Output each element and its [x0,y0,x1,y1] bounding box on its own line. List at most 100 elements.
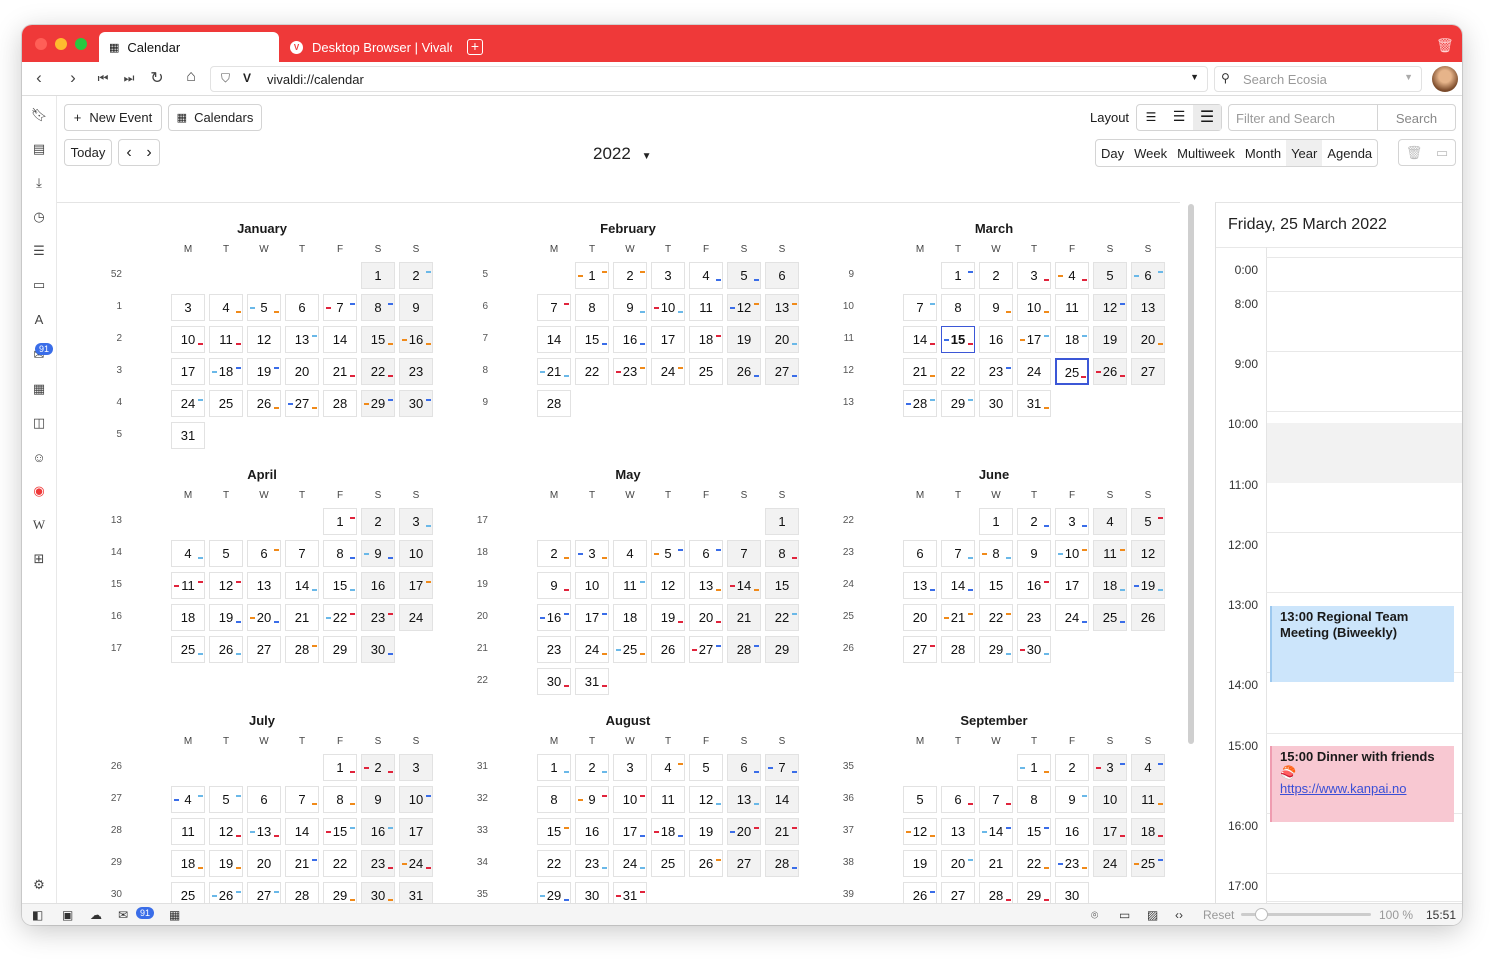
week-number[interactable]: 17 [102,643,122,654]
week-number[interactable]: 21 [468,643,488,654]
day-cell[interactable]: 19 [209,604,243,631]
day-cell[interactable]: 30 [537,668,571,695]
day-cell[interactable]: 18 [689,326,723,353]
week-number[interactable]: 33 [468,825,488,836]
day-cell[interactable]: 11 [613,572,647,599]
home-icon[interactable]: ⌂ [180,68,202,86]
day-cell[interactable]: 20 [247,850,281,877]
day-cell[interactable]: 29 [941,390,975,417]
week-number[interactable]: 22 [834,515,854,526]
week-number[interactable]: 14 [102,547,122,558]
day-cell[interactable]: 31 [1017,390,1051,417]
day-cell[interactable]: 3 [171,294,205,321]
chevron-down-icon[interactable]: ▼ [1190,72,1199,82]
day-cell[interactable]: 30 [399,390,433,417]
day-cell[interactable]: 24 [575,636,609,663]
page-actions-icon[interactable]: ‹› [1175,908,1183,922]
day-cell[interactable]: 12 [903,818,937,845]
day-cell[interactable]: 1 [765,508,799,535]
day-cell[interactable]: 13 [285,326,319,353]
year-selector[interactable]: 2022 ▼ [593,144,651,164]
day-cell[interactable]: 23 [537,636,571,663]
add-panel-icon[interactable]: ⊞ [30,550,48,568]
day-cell[interactable]: 27 [247,882,281,903]
week-number[interactable]: 6 [468,301,488,312]
day-cell[interactable]: 25 [1131,850,1165,877]
week-number[interactable]: 9 [468,397,488,408]
day-cell[interactable]: 27 [285,390,319,417]
maximize-window-button[interactable] [75,38,87,50]
day-cell[interactable]: 14 [903,326,937,353]
day-cell[interactable]: 21 [765,818,799,845]
day-cell[interactable]: 5 [903,786,937,813]
today-button[interactable]: Today [64,139,112,166]
zoom-slider[interactable] [1241,908,1371,921]
day-cell[interactable]: 21 [285,604,319,631]
day-cell[interactable]: 3 [399,754,433,781]
day-cell[interactable]: 11 [651,786,685,813]
month-title[interactable]: February [448,221,808,236]
zoom-slider-handle[interactable] [1255,908,1268,921]
day-cell[interactable]: 6 [903,540,937,567]
day-cell[interactable]: 21 [537,358,571,385]
month-title[interactable]: January [82,221,442,236]
day-cell[interactable]: 22 [323,604,357,631]
mail-icon[interactable]: ✉ [118,908,128,922]
day-cell[interactable]: 17 [399,572,433,599]
chevron-left-icon[interactable]: ‹ [126,144,131,162]
day-cell[interactable]: 4 [1131,754,1165,781]
day-cell[interactable]: 22 [765,604,799,631]
contacts-icon[interactable]: ☺ [30,448,48,466]
day-cell[interactable]: 2 [613,262,647,289]
day-cell[interactable]: 15 [765,572,799,599]
day-cell[interactable]: 4 [613,540,647,567]
new-tab-button[interactable]: + [467,39,483,55]
day-cell[interactable]: 8 [323,786,357,813]
day-cell[interactable]: 15 [941,326,975,353]
day-cell[interactable]: 3 [575,540,609,567]
delete-icon[interactable]: 🗑 [1406,145,1423,161]
day-cell[interactable]: 19 [209,850,243,877]
day-cell[interactable]: 14 [979,818,1013,845]
day-cell[interactable]: 4 [651,754,685,781]
day-cell[interactable]: 18 [651,818,685,845]
day-cell[interactable]: 9 [361,786,395,813]
day-cell[interactable]: 1 [537,754,571,781]
day-cell[interactable]: 6 [689,540,723,567]
week-number[interactable]: 3 [102,365,122,376]
day-cell[interactable]: 22 [1017,850,1051,877]
day-cell[interactable]: 6 [247,786,281,813]
day-cell[interactable]: 3 [1093,754,1127,781]
day-cell[interactable]: 24 [1093,850,1127,877]
day-cell[interactable]: 23 [979,358,1013,385]
day-cell[interactable]: 6 [285,294,319,321]
day-cell[interactable]: 19 [651,604,685,631]
day-cell[interactable]: 19 [689,818,723,845]
day-cell[interactable]: 10 [613,786,647,813]
day-cell[interactable]: 9 [575,786,609,813]
new-event-button[interactable]: + New Event [64,104,162,131]
day-cell[interactable]: 21 [979,850,1013,877]
day-cell[interactable]: 3 [651,262,685,289]
tab-calendar[interactable]: ▦ Calendar [99,32,279,62]
day-cell[interactable]: 14 [765,786,799,813]
rewind-icon[interactable]: ⏮ [92,71,114,86]
week-number[interactable]: 25 [834,611,854,622]
day-cell[interactable]: 11 [1055,294,1089,321]
day-cell[interactable]: 8 [323,540,357,567]
day-cell[interactable]: 26 [209,882,243,903]
day-cell[interactable]: 31 [613,882,647,903]
day-cell[interactable]: 6 [941,786,975,813]
day-cell[interactable]: 4 [1093,508,1127,535]
day-cell[interactable]: 18 [1131,818,1165,845]
day-cell[interactable]: 23 [399,358,433,385]
day-cell[interactable]: 30 [1017,636,1051,663]
day-cell[interactable]: 12 [651,572,685,599]
vivaldi-icon[interactable]: ◉ [30,482,48,500]
month-title[interactable]: June [814,467,1174,482]
day-cell[interactable]: 25 [171,882,205,903]
day-cell[interactable]: 4 [209,294,243,321]
day-cell[interactable]: 14 [537,326,571,353]
day-cell[interactable]: 1 [323,508,357,535]
day-cell[interactable]: 9 [361,540,395,567]
